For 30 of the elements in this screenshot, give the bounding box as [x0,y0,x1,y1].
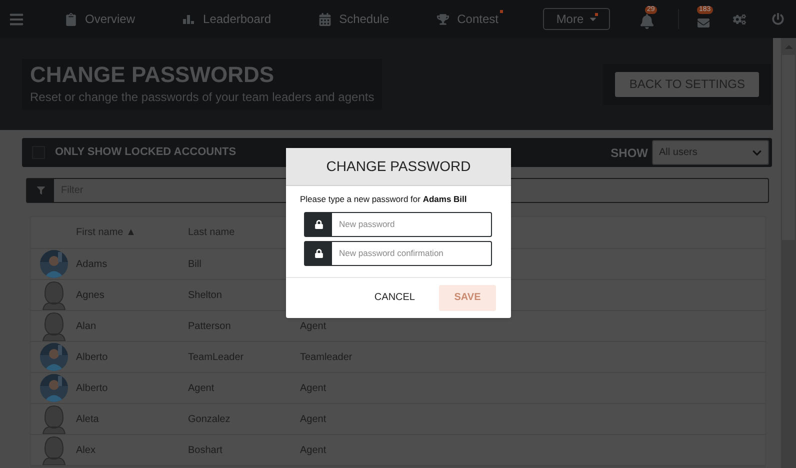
password-field[interactable]: New password [304,212,492,237]
clipboard-icon [65,12,77,26]
lock-icon [314,220,322,229]
settings-icon[interactable] [733,12,746,26]
bell-icon[interactable] [640,14,654,29]
page-subtitle: Reset or change the passwords of your team leaders and agents [30,88,374,106]
nav-link[interactable]: Contest [437,10,504,28]
show-label: SHOW [610,144,648,162]
password-field[interactable]: New password confirmation [304,240,492,266]
dialog-title: CHANGE PASSWORD [326,157,471,176]
checkbox-label: ONLY SHOW LOCKED ACCOUNTS [55,145,236,160]
password-input[interactable]: New password [332,212,491,236]
nav-link[interactable]: Leaderboard [183,10,272,28]
more-button[interactable]: More [543,8,610,30]
filter-icon [36,186,44,195]
cancel-button[interactable]: CANCEL [374,290,415,306]
power-icon[interactable] [772,13,784,25]
menu-icon[interactable] [8,12,25,26]
password-input[interactable]: New password confirmation [332,242,491,265]
calendar-icon [319,12,332,26]
trophy-icon [437,12,450,26]
mail-icon[interactable] [697,17,710,29]
bar-chart-icon [183,14,196,24]
dialog-message: Please type a new password for Adams Bill [300,193,468,206]
lock-icon [314,248,322,258]
nav-link[interactable]: Overview [65,10,136,28]
avatar-icon [40,404,68,434]
nav-link[interactable]: Schedule [319,10,390,28]
chevron-down-icon [752,148,762,158]
page-title: CHANGE PASSWORDS [30,62,276,88]
